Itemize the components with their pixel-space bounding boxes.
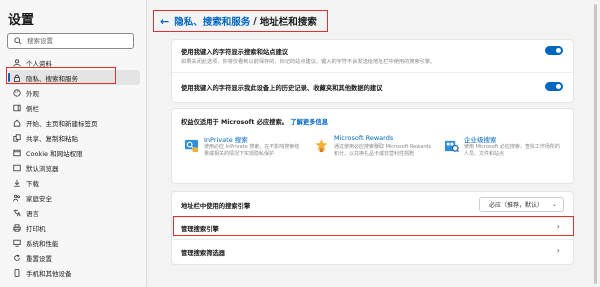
sidebar-item-label: 共享、复制和粘贴 (26, 134, 78, 143)
lock-icon (14, 74, 20, 82)
sidebar-item-label: 家庭安全 (26, 194, 52, 203)
sidebar-item-cookie[interactable]: Cookie 和网站权限 (8, 145, 140, 160)
sidebar-item-label: 重置设置 (26, 254, 52, 263)
sidebar-nav: 个人资料 隐私、搜索和服务 外观 侧栏 开始、主页和新建标签页 共享、复制和粘贴… (8, 55, 140, 280)
search-engine-value: 必应（推荐，默认） (489, 202, 544, 209)
sidebar-item-appearance[interactable]: 外观 (8, 85, 140, 100)
sidebar-icon (13, 104, 21, 111)
sidebar-item-family[interactable]: 家庭安全 (8, 190, 140, 205)
history-toggle[interactable] (545, 82, 563, 91)
search-engine-label: 地址栏中使用的搜索引擎 (181, 203, 251, 210)
suggestions-toggle-label: 使用我键入的字符显示搜索和站点建议 (181, 49, 289, 56)
sidebar-item-language[interactable]: 语言 (8, 205, 140, 220)
sidebar-item-label: 手机和其他设备 (26, 269, 72, 278)
sidebar-item-label: 打印机 (26, 224, 46, 233)
sidebar-item-reset[interactable]: 重置设置 (8, 250, 140, 265)
divider (172, 239, 573, 240)
divider (172, 72, 573, 73)
rewards-icon (315, 138, 328, 153)
share-icon (13, 133, 21, 142)
suggestions-toggle[interactable] (545, 46, 563, 55)
sidebar-item-label: 语言 (26, 209, 39, 218)
download-icon (14, 179, 20, 187)
search-box[interactable] (7, 33, 134, 49)
printer-icon (13, 223, 21, 232)
breadcrumb-current: 地址栏和搜索 (259, 17, 317, 28)
history-toggle-label: 使用我键入的字符显示我此设备上的历史记录、收藏夹和其他数据的建议 (181, 85, 383, 92)
sidebar-item-home[interactable]: 开始、主页和新建标签页 (8, 115, 140, 130)
bing-benefits-card: 权益仅适用于 Microsoft 必应搜索。 了解更多信息 InPrivate … (171, 108, 574, 184)
search-engine-dropdown[interactable]: 必应（推荐，默认） ⌄ (479, 197, 564, 212)
phone-icon (14, 268, 20, 277)
inprivate-search-icon (184, 139, 199, 153)
sidebar-item-label: 系统和性能 (26, 239, 59, 248)
sidebar-item-label: 个人资料 (26, 59, 52, 68)
learn-more-link[interactable]: 了解更多信息 (290, 119, 328, 126)
sidebar-item-profile[interactable]: 个人资料 (8, 55, 140, 70)
chevron-down-icon: ⌄ (551, 201, 557, 208)
enterprise-search-icon (444, 140, 459, 152)
home-icon (13, 119, 21, 127)
sidebar-item-label: 默认浏览器 (26, 164, 59, 173)
benefits-title: 权益仅适用于 Microsoft 必应搜索。 了解更多信息 (181, 117, 328, 126)
chevron-right-icon: › (556, 222, 560, 231)
reset-icon (14, 253, 20, 261)
sidebar-item-default-browser[interactable]: 默认浏览器 (8, 160, 140, 175)
family-icon (13, 194, 20, 201)
back-arrow-icon[interactable]: ← (160, 15, 169, 28)
browser-icon (13, 164, 21, 171)
chevron-right-icon: › (556, 246, 560, 255)
sidebar-item-phone[interactable]: 手机和其他设备 (8, 265, 140, 280)
manage-search-filters-link[interactable]: 管理搜索筛选器 (181, 248, 225, 257)
search-input[interactable] (27, 35, 127, 47)
profile-icon (13, 58, 21, 67)
sidebar-item-label: Cookie 和网站权限 (26, 149, 83, 158)
sidebar-item-downloads[interactable]: 下载 (8, 175, 140, 190)
sidebar-item-label: 外观 (26, 89, 39, 98)
sidebar-title: 设置 (8, 13, 35, 28)
feature-title: Microsoft Rewards (334, 134, 394, 142)
search-engine-card: 地址栏中使用的搜索引擎 必应（推荐，默认） ⌄ 管理搜索引擎 › 管理搜索筛选器… (171, 191, 574, 265)
sidebar-item-privacy[interactable]: 隐私、搜索和服务 (8, 70, 140, 85)
appearance-icon (13, 88, 21, 97)
feature-title: 企业级搜索 (464, 136, 497, 144)
sidebar-item-sidebar[interactable]: 侧栏 (8, 100, 140, 115)
breadcrumb-privacy[interactable]: 隐私、搜索和服务 (174, 14, 250, 28)
scrollbar[interactable] (594, 4, 597, 284)
sidebar-item-printer[interactable]: 打印机 (8, 220, 140, 235)
sidebar: 设置 个人资料 隐私、搜索和服务 外观 侧栏 开始、主页和新建标签页 共享、复制… (0, 0, 146, 287)
page-title: ← 隐私、搜索和服务 / 地址栏和搜索 (160, 14, 317, 29)
sidebar-item-label: 开始、主页和新建标签页 (26, 119, 98, 128)
search-icon (14, 37, 22, 45)
feature-title: InPrivate 搜索 (204, 136, 248, 144)
feature-text: 通过使用必应搜索赚取 Microsoft Rewards 积分，以兑换礼品卡或非… (334, 144, 432, 158)
language-icon (13, 209, 21, 216)
sidebar-divider (146, 0, 147, 287)
suggestions-card: 使用我键入的字符显示搜索和站点建议 如果关闭此选项，你将仅看到以前保存的、标记的… (171, 39, 574, 103)
cookie-icon (13, 149, 21, 156)
sidebar-item-share[interactable]: 共享、复制和粘贴 (8, 130, 140, 145)
manage-search-engines-link[interactable]: 管理搜索引擎 (181, 224, 219, 233)
divider (172, 217, 573, 218)
sidebar-item-label: 下载 (26, 179, 39, 188)
benefits-title-text: 权益仅适用于 Microsoft 必应搜索。 (181, 119, 289, 126)
sidebar-item-label: 隐私、搜索和服务 (26, 74, 78, 83)
sidebar-item-system[interactable]: 系统和性能 (8, 235, 140, 250)
feature-text: 使用必应 InPrivate 搜索，在不影响搜索结果或相关的情况下实现隐私保护 (204, 144, 300, 158)
sidebar-item-label: 侧栏 (26, 104, 39, 113)
system-icon (13, 239, 21, 247)
suggestions-toggle-description: 如果关闭此选项，你将仅看到以前保存的、标记的站点建议。键入的字符不会发送给地址栏… (181, 59, 436, 65)
breadcrumb-separator: / (253, 15, 257, 27)
feature-text: 使用 Microsoft 必应搜索，查找工作场所的人员、文件和站点 (464, 144, 560, 158)
